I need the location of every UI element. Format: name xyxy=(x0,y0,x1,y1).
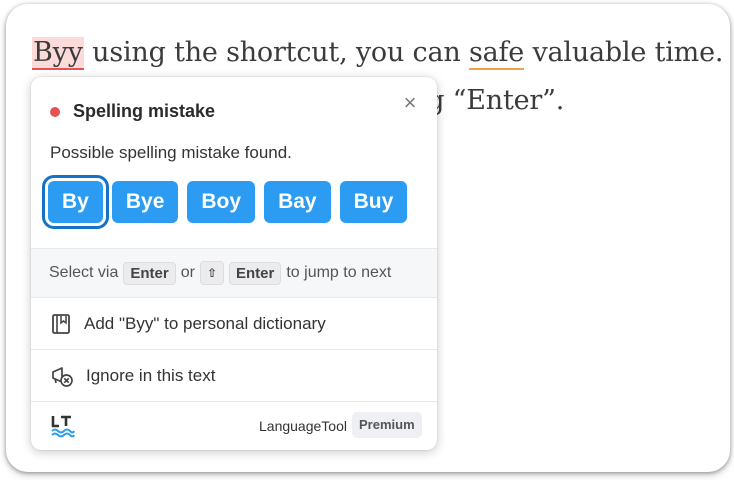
popup-title: Spelling mistake xyxy=(73,101,216,121)
book-icon xyxy=(52,313,70,334)
ignore-in-text-button[interactable]: Ignore in this text xyxy=(31,350,437,402)
suggestion-list: By Bye Boy Bay Buy xyxy=(42,175,408,229)
close-icon[interactable]: × xyxy=(398,91,422,115)
editor-text-line-1[interactable]: Byy using the shortcut, you can safe val… xyxy=(32,37,724,70)
popup-description: Possible spelling mistake found. xyxy=(50,143,292,162)
enter-key-badge: Enter xyxy=(123,261,176,285)
suggestion-button-boy[interactable]: Boy xyxy=(187,181,256,223)
popup-footer: LanguageTool Premium xyxy=(31,402,437,450)
keyboard-hint: Select via Enter or ⇧ Enter to jump to n… xyxy=(31,248,437,298)
enter-key-badge: Enter xyxy=(229,261,282,285)
error-indicator-dot xyxy=(50,107,60,117)
suggestion-button-bay[interactable]: Bay xyxy=(264,181,331,223)
suggestion-button-by[interactable]: By xyxy=(42,175,109,229)
ignore-icon xyxy=(52,366,73,387)
add-to-dictionary-label: Add "Byy" to personal dictionary xyxy=(84,313,326,333)
premium-badge[interactable]: Premium xyxy=(352,412,422,438)
suggestion-button-buy[interactable]: Buy xyxy=(339,181,408,223)
languagetool-logo-icon[interactable] xyxy=(50,414,76,438)
hint-or: or xyxy=(180,264,195,281)
spelling-popup: Spelling mistake × Possible spelling mis… xyxy=(31,77,437,450)
text-segment: valuable time. xyxy=(524,37,724,68)
ignore-label: Ignore in this text xyxy=(86,365,216,385)
shift-key-icon: ⇧ xyxy=(199,261,225,285)
popup-header: Spelling mistake × xyxy=(31,77,437,147)
style-suggestion-word[interactable]: safe xyxy=(468,37,524,70)
hint-suffix: to jump to next xyxy=(286,264,392,281)
add-to-dictionary-button[interactable]: Add "Byy" to personal dictionary xyxy=(31,298,437,350)
hint-prefix: Select via xyxy=(49,264,119,281)
misspelled-word[interactable]: Byy xyxy=(32,37,84,70)
brand-name: LanguageTool xyxy=(259,418,347,434)
text-segment: using the shortcut, you can xyxy=(83,37,469,68)
suggestion-button-bye[interactable]: Bye xyxy=(111,181,179,223)
